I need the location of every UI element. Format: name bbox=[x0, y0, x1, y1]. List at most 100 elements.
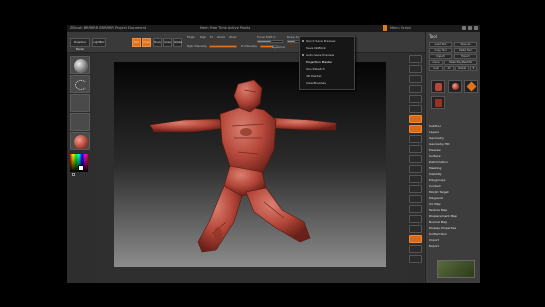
material-button[interactable] bbox=[70, 132, 90, 150]
xpose-button[interactable] bbox=[409, 255, 422, 263]
lsym-button[interactable] bbox=[409, 145, 422, 153]
palette-item-displacement-map[interactable]: Displacement Map bbox=[429, 214, 457, 218]
r-button[interactable]: R bbox=[470, 66, 477, 71]
polymesh-tool-thumbnail[interactable] bbox=[431, 96, 445, 109]
linefill-button[interactable] bbox=[409, 205, 422, 213]
palette-item-surface[interactable]: Surface bbox=[429, 154, 440, 158]
status-readout: Mem Free Time Active Points bbox=[200, 26, 251, 30]
menu-item-auto-save[interactable]: Auto-Save Preview bbox=[306, 53, 334, 57]
focal-shift-slider[interactable] bbox=[257, 40, 283, 43]
save-as-button[interactable]: Save As bbox=[454, 42, 477, 47]
title-menus: Menu Script bbox=[390, 26, 411, 30]
scale-button[interactable]: Scale bbox=[163, 38, 172, 47]
transp-button[interactable] bbox=[409, 225, 422, 233]
palette-item-geometry[interactable]: Geometry bbox=[429, 136, 444, 140]
maximize-icon[interactable] bbox=[468, 26, 472, 30]
palette-item-normal-map[interactable]: Normal Map bbox=[429, 220, 447, 224]
persp-button[interactable] bbox=[409, 115, 422, 123]
mrgb-toggle[interactable]: Mrgb bbox=[187, 35, 195, 39]
zadd-toggle[interactable]: Zadd bbox=[217, 35, 225, 39]
goz-button[interactable]: GoZ bbox=[429, 66, 443, 71]
palette-item-polygroups[interactable]: Polygroups bbox=[429, 178, 445, 182]
import-button[interactable]: Import bbox=[429, 54, 452, 59]
secondary-color-swatch[interactable] bbox=[72, 173, 75, 176]
menu-toggle-icon[interactable] bbox=[383, 25, 387, 31]
close-icon[interactable] bbox=[474, 26, 478, 30]
paste-tool-button[interactable]: Paste Tool bbox=[454, 48, 477, 53]
palette-item-masking[interactable]: Masking bbox=[429, 166, 441, 170]
edit-button[interactable]: Edit bbox=[132, 38, 141, 47]
rotate-view-button[interactable] bbox=[409, 195, 422, 203]
sculpted-figure bbox=[149, 79, 337, 253]
zsub-toggle[interactable]: Zsub bbox=[229, 35, 236, 39]
rotate-button[interactable]: Rotate bbox=[173, 38, 182, 47]
all-button[interactable]: All bbox=[444, 66, 454, 71]
standard-brush-button[interactable] bbox=[70, 56, 90, 74]
palette-item-display-properties[interactable]: Display Properties bbox=[429, 226, 456, 230]
scroll-button[interactable] bbox=[409, 75, 422, 83]
menu-item-clearbrushes[interactable]: ClearBrushes bbox=[306, 81, 326, 85]
palette-item-contact[interactable]: Contact bbox=[429, 184, 441, 188]
menu-item-3d-painter[interactable]: 3D Painter bbox=[306, 74, 322, 78]
sphere-tool-thumbnail[interactable] bbox=[448, 80, 462, 93]
palette-item-layers[interactable]: Layers bbox=[429, 130, 439, 134]
export-button[interactable]: Export bbox=[454, 54, 477, 59]
xyz-button[interactable] bbox=[409, 155, 422, 163]
rgb-intensity-slider[interactable] bbox=[209, 45, 237, 48]
lightbox-button[interactable]: LightBox bbox=[92, 38, 106, 47]
dynamic-toggle[interactable]: Dynamic bbox=[272, 45, 285, 49]
star-tool-thumbnail[interactable] bbox=[464, 80, 478, 93]
palette-item-subtool[interactable]: SubTool bbox=[429, 124, 441, 128]
rgb-toggle[interactable]: Rgb bbox=[200, 35, 206, 39]
stroke-button[interactable] bbox=[70, 75, 90, 93]
polymesh-tool-icon bbox=[435, 99, 442, 107]
palette-item-geometry-hd[interactable]: Geometry HD bbox=[429, 142, 449, 146]
palette-item-uv-map[interactable]: UV Map bbox=[429, 202, 441, 206]
make-polymesh-button[interactable]: Make PolyMesh3D bbox=[444, 60, 477, 65]
m-toggle[interactable]: M bbox=[210, 35, 213, 39]
move-label: Move bbox=[154, 41, 161, 44]
palette-item-export[interactable]: Export bbox=[429, 244, 439, 248]
current-tool-thumbnail[interactable] bbox=[431, 80, 445, 93]
spix-button[interactable] bbox=[409, 65, 422, 73]
visible-button[interactable]: Visible bbox=[455, 66, 469, 71]
main-color-swatch[interactable] bbox=[78, 165, 84, 171]
document-canvas[interactable] bbox=[114, 62, 386, 267]
menu-item-quicksketch[interactable]: QuickSketch bbox=[306, 67, 325, 71]
solo-button[interactable] bbox=[409, 245, 422, 253]
brush-sphere-icon bbox=[74, 59, 88, 73]
bpr-button[interactable] bbox=[409, 55, 422, 63]
palette-item-deformation[interactable]: Deformation bbox=[429, 160, 448, 164]
move-button[interactable]: Move bbox=[153, 38, 162, 47]
load-tool-button[interactable]: Load Tool bbox=[429, 42, 452, 47]
menu-item-projection-master[interactable]: Projection Master bbox=[306, 60, 332, 64]
local-button[interactable] bbox=[409, 135, 422, 143]
alpha-button[interactable] bbox=[70, 94, 90, 112]
clone-button[interactable]: Clone bbox=[429, 60, 443, 65]
projection-master-button[interactable]: Projection Master bbox=[70, 38, 90, 51]
floor-button[interactable] bbox=[409, 125, 422, 133]
palette-item-morph-target[interactable]: Morph Target bbox=[429, 190, 449, 194]
aahalf-button[interactable] bbox=[409, 105, 422, 113]
palette-item-preview[interactable]: Preview bbox=[429, 148, 441, 152]
texture-button[interactable] bbox=[70, 113, 90, 131]
actual-button[interactable] bbox=[409, 95, 422, 103]
zoom-button[interactable] bbox=[409, 85, 422, 93]
menu-item-quick-save[interactable]: Quick Save Preview bbox=[306, 39, 335, 43]
palette-item-visibility[interactable]: Visibility bbox=[429, 172, 442, 176]
r-label: R bbox=[472, 67, 475, 70]
scale-view-button[interactable] bbox=[409, 185, 422, 193]
palette-item-polypaint[interactable]: Polypaint bbox=[429, 196, 443, 200]
move-view-button[interactable] bbox=[409, 175, 422, 183]
ghost-button[interactable] bbox=[409, 235, 422, 243]
draw-button[interactable]: Draw bbox=[142, 38, 151, 47]
top-toolbar: Projection Master LightBox Edit Draw Mov… bbox=[67, 32, 480, 53]
palette-item-texture-map[interactable]: Texture Map bbox=[429, 208, 447, 212]
palette-item-unified-skin[interactable]: Unified Skin bbox=[429, 232, 447, 236]
polyf-button[interactable] bbox=[409, 215, 422, 223]
palette-item-import[interactable]: Import bbox=[429, 238, 439, 242]
frame-button[interactable] bbox=[409, 165, 422, 173]
copy-tool-button[interactable]: Copy Tool bbox=[429, 48, 452, 53]
minimize-icon[interactable] bbox=[462, 26, 466, 30]
menu-item-save-noblink[interactable]: Save NoBlink bbox=[306, 46, 326, 50]
